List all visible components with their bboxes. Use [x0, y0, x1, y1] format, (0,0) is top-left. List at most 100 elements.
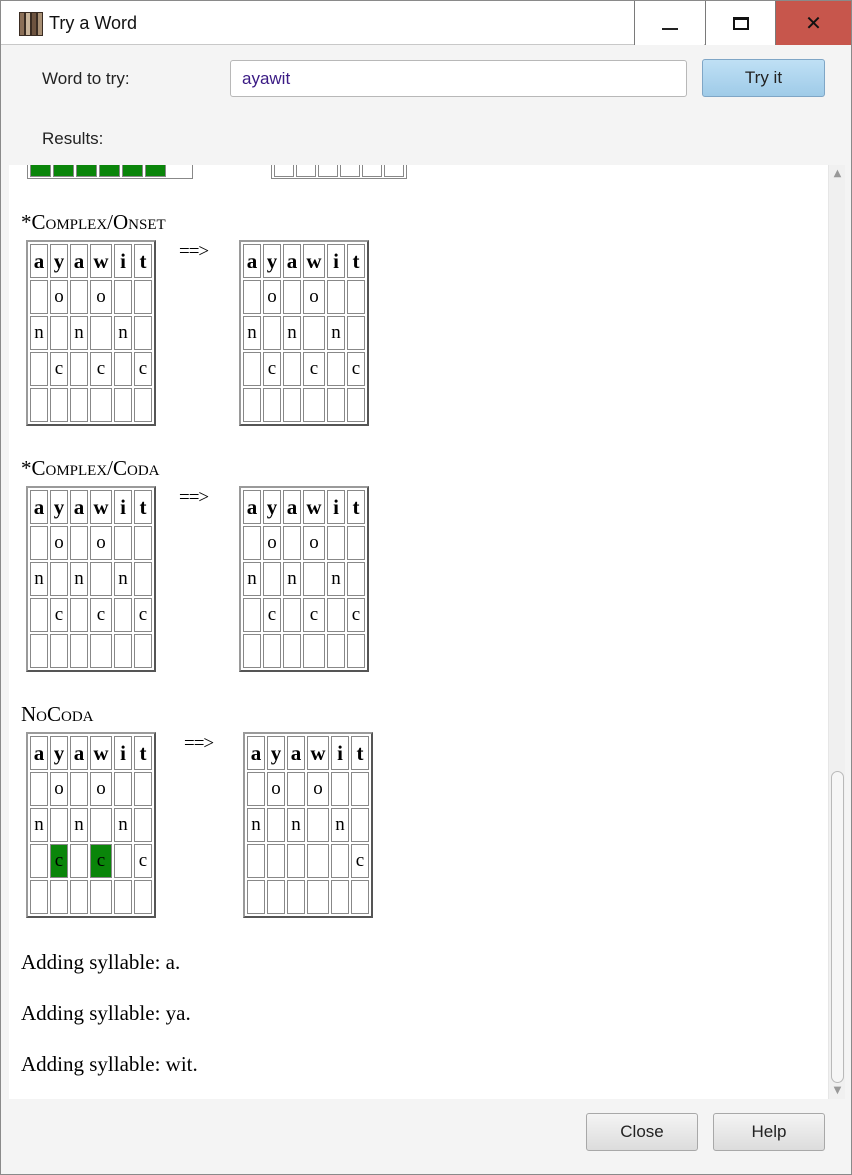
grid-cell: o — [303, 280, 325, 314]
grid-row: ccc — [30, 844, 152, 878]
grid-cell — [243, 280, 261, 314]
segment-cell: a — [70, 244, 88, 278]
grid-cell — [90, 562, 112, 596]
grid-cell: o — [50, 772, 68, 806]
grid-row: oo — [243, 526, 365, 560]
grid-cell: c — [347, 598, 365, 632]
grid-cell — [327, 598, 345, 632]
grid-cell — [263, 388, 281, 422]
segment-cell: a — [283, 244, 301, 278]
transform-arrow: ==> — [179, 487, 209, 508]
grid-cell: n — [30, 562, 48, 596]
grid-cell — [30, 844, 48, 878]
grid-cell — [327, 526, 345, 560]
grid-cell — [347, 316, 365, 350]
word-input[interactable] — [230, 60, 687, 97]
grid-cell — [347, 634, 365, 668]
grid-cell — [283, 598, 301, 632]
scroll-up-icon[interactable]: ▲ — [829, 165, 845, 182]
grid-cell: c — [50, 598, 68, 632]
grid-row — [247, 880, 369, 914]
segment-cell: t — [347, 490, 365, 524]
segment-cell: t — [351, 736, 369, 770]
help-button[interactable]: Help — [713, 1113, 825, 1151]
app-icon — [19, 12, 43, 36]
grid-cell — [287, 772, 305, 806]
grid-cell — [347, 280, 365, 314]
grid-cell — [243, 388, 261, 422]
grid-cell — [327, 280, 345, 314]
results-scrollbar[interactable]: ▲ ▼ — [828, 165, 845, 1099]
grid-cell — [243, 526, 261, 560]
grid-cell: o — [303, 526, 325, 560]
grid-cell — [114, 634, 132, 668]
close-window-button[interactable]: ✕ — [775, 1, 851, 45]
grid-cell — [347, 562, 365, 596]
grid-cell — [287, 880, 305, 914]
title-bar[interactable]: Try a Word ✕ — [1, 1, 851, 45]
segment-row: ayawit — [30, 244, 152, 278]
grid-row — [30, 388, 152, 422]
grid-cell — [307, 880, 329, 914]
grid-cell — [243, 634, 261, 668]
grid-cell: n — [243, 316, 261, 350]
close-icon: ✕ — [805, 11, 822, 35]
output-candidate-table: ayawitoonnnccc — [239, 486, 369, 672]
segment-cell: i — [327, 244, 345, 278]
grid-cell — [283, 634, 301, 668]
grid-cell: o — [50, 526, 68, 560]
segment-cell: a — [30, 736, 48, 770]
grid-cell — [263, 634, 281, 668]
grid-cell — [331, 880, 349, 914]
results-pane[interactable]: *Complex/Onset ayawitoonnnccc ==> ayawit… — [9, 165, 845, 1099]
grid-cell — [30, 388, 48, 422]
grid-row — [30, 634, 152, 668]
grid-cell — [327, 388, 345, 422]
grid-cell: c — [90, 352, 112, 386]
try-it-button[interactable]: Try it — [702, 59, 825, 97]
grid-cell — [283, 526, 301, 560]
scroll-down-icon[interactable]: ▼ — [829, 1082, 845, 1099]
segment-cell: w — [90, 490, 112, 524]
close-button[interactable]: Close — [586, 1113, 698, 1151]
grid-cell — [70, 388, 88, 422]
minimize-button[interactable] — [634, 1, 704, 45]
grid-cell — [70, 880, 88, 914]
segment-cell: a — [70, 490, 88, 524]
grid-cell: n — [327, 316, 345, 350]
grid-cell — [303, 388, 325, 422]
grid-cell: c — [90, 844, 112, 878]
maximize-icon — [732, 16, 749, 30]
grid-cell: n — [243, 562, 261, 596]
grid-cell — [70, 772, 88, 806]
constraint-heading: NoCoda — [21, 702, 94, 726]
segment-cell: a — [287, 736, 305, 770]
try-a-word-window: Try a Word ✕ Word to try: Try it Results… — [0, 0, 852, 1175]
grid-cell — [134, 388, 152, 422]
grid-cell: n — [114, 316, 132, 350]
segment-cell: a — [30, 490, 48, 524]
grid-cell — [283, 352, 301, 386]
input-candidate-table: ayawitoonnnccc — [26, 732, 156, 918]
previous-input-table-bottom — [27, 165, 193, 179]
grid-cell — [267, 844, 285, 878]
window-title: Try a Word — [49, 13, 138, 33]
segment-row: ayawit — [247, 736, 369, 770]
grid-cell — [50, 316, 68, 350]
grid-cell — [263, 562, 281, 596]
grid-cell: c — [90, 598, 112, 632]
grid-cell — [114, 526, 132, 560]
grid-row: ccc — [30, 352, 152, 386]
maximize-button[interactable] — [705, 1, 775, 45]
grid-row: ccc — [30, 598, 152, 632]
scrollbar-thumb[interactable] — [831, 771, 844, 1083]
segment-cell: a — [243, 244, 261, 278]
grid-cell — [114, 844, 132, 878]
grid-cell — [30, 526, 48, 560]
constraint-heading: *Complex/Onset — [21, 210, 166, 234]
grid-cell — [351, 808, 369, 842]
grid-cell — [351, 772, 369, 806]
grid-cell — [70, 352, 88, 386]
grid-cell: c — [351, 844, 369, 878]
grid-cell: c — [303, 598, 325, 632]
